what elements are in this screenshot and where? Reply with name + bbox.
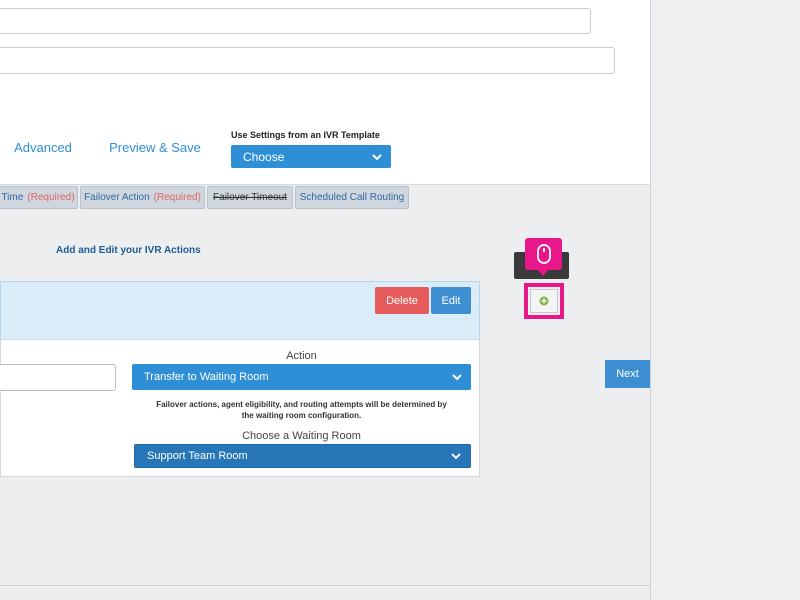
delete-button-label: Delete [386, 294, 418, 307]
template-label: Use Settings from an IVR Template [231, 130, 380, 140]
failover-note: Failover actions, agent eligibility, and… [132, 399, 471, 421]
tab-advanced-label: Advanced [14, 139, 72, 155]
description-input[interactable] [0, 47, 615, 74]
template-select[interactable]: Choose [231, 145, 391, 168]
tab-preview-save-label: Preview & Save [109, 139, 201, 155]
subtab-time-required: (Required) [27, 192, 75, 203]
edit-button-label: Edit [441, 294, 461, 307]
next-button-label: Next [616, 368, 639, 380]
failover-note-line1: Failover actions, agent eligibility, and… [156, 400, 447, 409]
subtab-time-label: Time [1, 192, 24, 203]
bottom-strip [0, 585, 650, 600]
section-title: Add and Edit your IVR Actions [56, 245, 201, 256]
failover-note-line2: the waiting room configuration. [241, 411, 362, 420]
edit-button[interactable]: Edit [431, 287, 471, 314]
mouse-icon [536, 244, 551, 264]
subtab-scheduled-call-routing-label: Scheduled Call Routing [299, 192, 405, 203]
chevron-down-icon [452, 374, 462, 381]
action-select-value: Transfer to Waiting Room [144, 371, 269, 383]
subtab-failover-timeout[interactable]: Failover Timeout [207, 186, 293, 209]
subtab-scheduled-call-routing[interactable]: Scheduled Call Routing [295, 186, 409, 209]
subtab-failover-action-label: Failover Action [84, 192, 150, 203]
next-button[interactable]: Next [605, 360, 650, 388]
waiting-room-select-value: Support Team Room [147, 450, 248, 462]
action-text-input[interactable] [0, 364, 116, 391]
subtab-time[interactable]: Time (Required) [0, 186, 78, 209]
right-side-panel [650, 0, 800, 600]
delete-button[interactable]: Delete [375, 287, 429, 314]
mouse-badge-tail [537, 269, 549, 276]
subtab-failover-action[interactable]: Failover Action (Required) [80, 186, 205, 209]
name-input[interactable] [0, 8, 591, 34]
template-select-value: Choose [243, 149, 285, 164]
plus-circle-icon [539, 296, 549, 306]
waiting-room-label: Choose a Waiting Room [242, 430, 361, 442]
mouse-click-badge [525, 238, 562, 270]
subtab-failover-timeout-label: Failover Timeout [213, 192, 287, 203]
chevron-down-icon [451, 453, 461, 460]
tab-advanced[interactable]: Advanced [0, 126, 94, 168]
action-label: Action [286, 350, 317, 362]
chevron-down-icon [372, 153, 382, 160]
add-action-button[interactable] [530, 289, 558, 313]
waiting-room-select[interactable]: Support Team Room [134, 444, 471, 468]
action-select[interactable]: Transfer to Waiting Room [132, 364, 471, 390]
tab-preview-save[interactable]: Preview & Save [96, 126, 214, 168]
subtab-failover-action-required: (Required) [153, 192, 201, 203]
